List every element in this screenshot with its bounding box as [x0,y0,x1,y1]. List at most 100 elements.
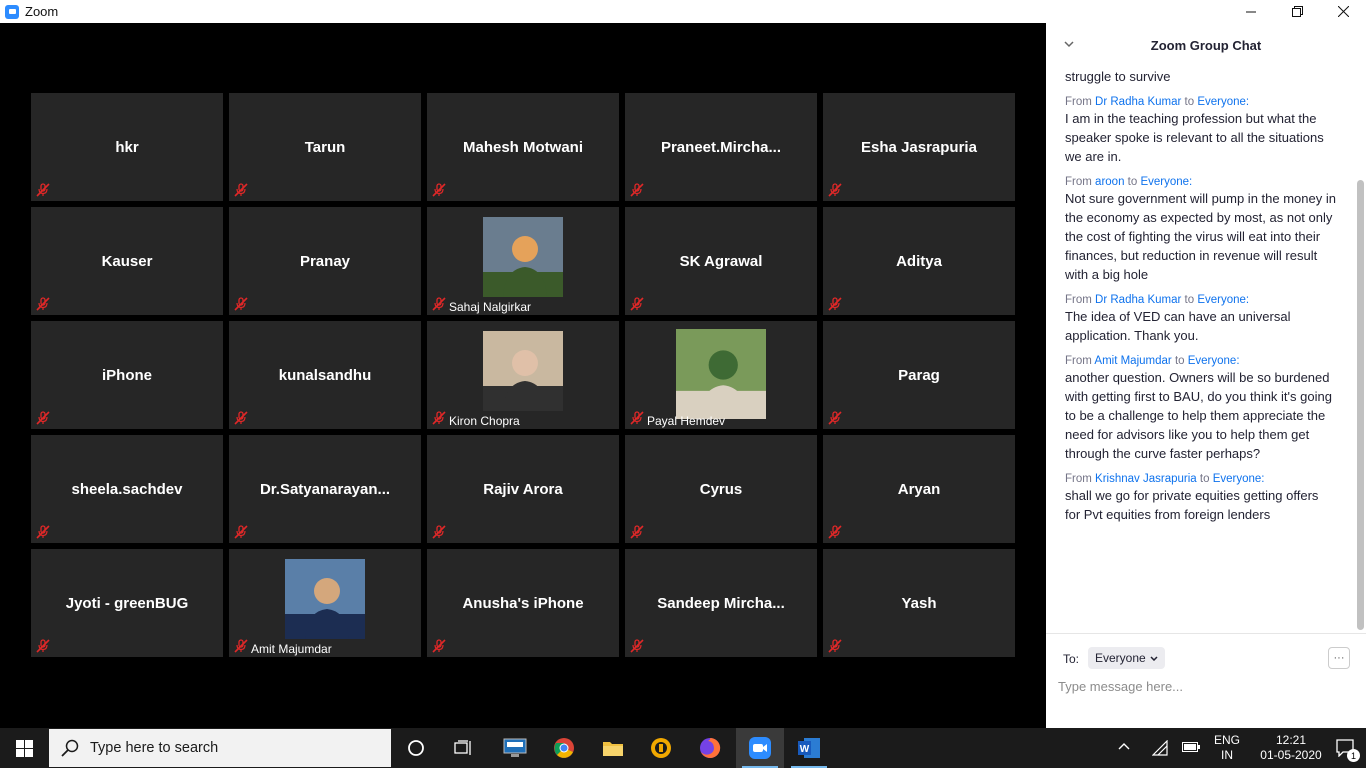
restore-button[interactable] [1274,0,1320,23]
message-text: The idea of VED can have an universal ap… [1065,309,1291,343]
muted-microphone-icon [234,639,248,653]
participant-tile[interactable]: Parag [823,321,1015,429]
chevron-down-icon[interactable] [1064,37,1074,51]
start-button[interactable] [0,728,48,768]
close-button[interactable] [1320,0,1366,23]
recipient-select[interactable]: Everyone [1088,647,1165,669]
message-recipient[interactable]: Everyone: [1213,473,1265,485]
message-sender[interactable]: Dr Radha Kumar [1095,96,1181,108]
cortana-button[interactable] [392,728,440,768]
muted-microphone-icon [630,183,644,197]
participant-tile[interactable]: Yash [823,549,1015,657]
participant-tile[interactable]: Tarun [229,93,421,201]
message-recipient[interactable]: Everyone: [1197,96,1249,108]
participant-tile[interactable]: Esha Jasrapuria [823,93,1015,201]
participant-tile[interactable]: iPhone [31,321,223,429]
battery-icon[interactable] [1182,742,1200,752]
participant-name: Praneet.Mircha... [660,138,782,156]
participant-name: iPhone [101,366,152,384]
participant-tile[interactable]: Amit Majumdar [229,549,421,657]
participant-tile[interactable]: Dr.Satyanarayan... [229,435,421,543]
participant-tile[interactable]: Kiron Chopra [427,321,619,429]
to-word: to [1127,176,1138,188]
close-icon [1337,6,1349,17]
message-meta: From Dr Radha Kumar to Everyone: [1065,96,1336,108]
more-options-button[interactable]: ··· [1328,647,1350,669]
chat-message: From Amit Majumdar to Everyone: another q… [1065,355,1336,463]
participant-tile[interactable]: Mahesh Motwani [427,93,619,201]
zoom-icon [749,737,771,759]
participant-name: Payal Hemdev [647,414,726,428]
window-title: Zoom [25,4,59,19]
participant-tile[interactable]: kunalsandhu [229,321,421,429]
taskbar-app-zoom[interactable] [736,728,784,768]
taskbar-app-monitor[interactable] [491,728,539,768]
participant-tile[interactable]: Aditya [823,207,1015,315]
participant-tile[interactable]: Cyrus [625,435,817,543]
participant-tile[interactable]: Aryan [823,435,1015,543]
message-recipient[interactable]: Everyone: [1140,176,1192,188]
to-word: to [1184,96,1195,108]
taskbar-clock[interactable]: 12:21 01-05-2020 [1256,733,1326,763]
participant-tile[interactable]: Sahaj Nalgirkar [427,207,619,315]
muted-microphone-icon [36,411,50,425]
search-icon [61,739,79,757]
participant-tile[interactable]: hkr [31,93,223,201]
participant-tile[interactable]: Anusha's iPhone [427,549,619,657]
windows-logo-icon [15,739,33,757]
muted-microphone-icon [432,525,446,539]
muted-microphone-icon [630,297,644,311]
muted-microphone-icon [828,183,842,197]
message-sender[interactable]: aroon [1095,176,1124,188]
zoom-app-icon [5,4,19,19]
message-sender[interactable]: Dr Radha Kumar [1095,294,1181,306]
message-meta: From Amit Majumdar to Everyone: [1065,355,1336,367]
participant-tile[interactable]: Sandeep Mircha... [625,549,817,657]
muted-microphone-icon [36,297,50,311]
participant-photo [676,329,766,419]
taskbar-app-chrome[interactable] [540,728,588,768]
action-center-button[interactable]: 1 [1326,728,1366,768]
to-word: to [1184,294,1195,306]
input-language[interactable]: ENG IN [1212,733,1242,763]
folder-icon [603,742,623,756]
from-word: From [1065,96,1092,108]
task-view-button[interactable] [440,728,488,768]
message-sender[interactable]: Krishnav Jasrapuria [1095,473,1197,485]
participant-tile[interactable]: Kauser [31,207,223,315]
taskbar-app-word[interactable]: W [785,728,833,768]
taskbar-search-box[interactable]: Type here to search [49,729,391,767]
chat-scrollbar[interactable] [1357,70,1364,633]
muted-microphone-icon [36,183,50,197]
participant-tile[interactable]: Pranay [229,207,421,315]
message-sender[interactable]: Amit Majumdar [1094,355,1171,367]
taskbar-app-file-explorer[interactable] [589,728,637,768]
message-recipient[interactable]: Everyone: [1188,355,1240,367]
language-code: ENG [1213,733,1240,747]
chat-panel: Zoom Group Chat struggle to survive From … [1046,23,1366,728]
message-meta: From aroon to Everyone: [1065,176,1336,188]
wifi-icon[interactable] [1152,740,1168,756]
participant-tile[interactable]: SK Agrawal [625,207,817,315]
taskbar-app-firefox[interactable] [686,728,734,768]
minimize-button[interactable] [1228,0,1274,23]
participant-name: Aryan [897,480,941,498]
participant-tile[interactable]: Payal Hemdev [625,321,817,429]
chat-message-list: struggle to survive From Dr Radha Kumar t… [1046,67,1366,633]
participant-tile[interactable]: Praneet.Mircha... [625,93,817,201]
message-text: shall we go for private equities getting… [1065,488,1319,522]
participant-tile[interactable]: sheela.sachdev [31,435,223,543]
scrollbar-thumb[interactable] [1357,180,1364,630]
chat-message-input[interactable] [1058,675,1348,697]
message-recipient[interactable]: Everyone: [1197,294,1249,306]
muted-microphone-icon [432,639,446,653]
task-view-icon [454,740,471,755]
muted-microphone-icon [36,639,50,653]
participant-tile[interactable]: Rajiv Arora [427,435,619,543]
participant-name: Cyrus [699,480,743,498]
chrome-icon [554,738,574,758]
chevron-up-icon[interactable] [1118,742,1130,750]
participant-tile[interactable]: Jyoti - greenBUG [31,549,223,657]
taskbar-app-vpn[interactable] [637,728,685,768]
muted-microphone-icon [630,639,644,653]
